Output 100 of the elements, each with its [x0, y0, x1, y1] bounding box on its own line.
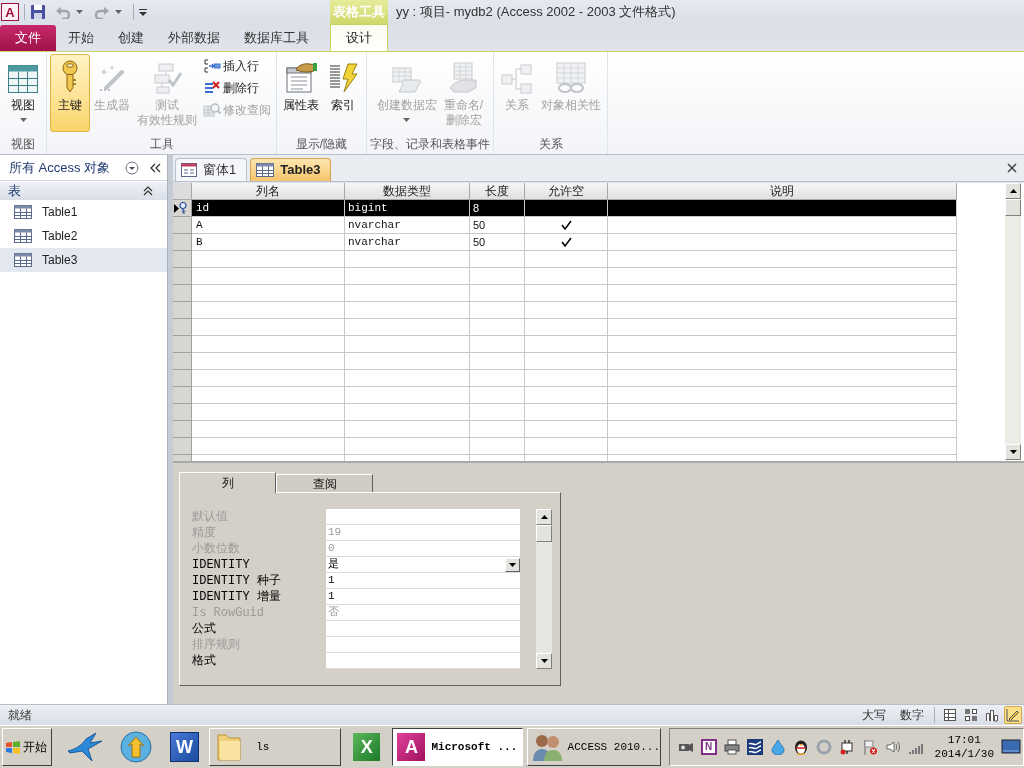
customize-menu-icon[interactable] [139, 8, 147, 16]
bird-icon[interactable] [66, 731, 102, 763]
property-tab[interactable]: 查阅 [276, 474, 373, 492]
redo-icon[interactable] [94, 5, 110, 19]
scroll-down-button[interactable] [1005, 444, 1021, 460]
form-icon [181, 163, 197, 177]
group-label: 视图 [10, 136, 36, 153]
ribbon-button[interactable]: 主键 [50, 54, 90, 132]
table-cell [470, 387, 525, 404]
row-selector[interactable] [173, 200, 192, 217]
property-tab[interactable]: 列 [179, 472, 276, 493]
property-value-field[interactable] [326, 621, 520, 637]
property-value-field[interactable] [326, 653, 520, 669]
ribbon-tab[interactable]: 开始 [56, 25, 106, 51]
dropdown-circle-icon[interactable] [125, 160, 139, 175]
table-cell [470, 319, 525, 336]
monitor-icon[interactable] [1001, 739, 1021, 755]
group-header[interactable]: 表 [0, 182, 167, 200]
globe-icon[interactable] [120, 731, 152, 763]
table-row[interactable]: A nvarchar 50 [173, 217, 957, 234]
column-header[interactable]: 数据类型 [345, 183, 470, 200]
folder-icon [216, 731, 243, 763]
close-icon[interactable] [1007, 163, 1017, 173]
status-indicator: 大写 [862, 707, 886, 724]
table-row[interactable]: B nvarchar 50 [173, 234, 957, 251]
delete-row-icon [203, 79, 221, 96]
table-cell [470, 438, 525, 455]
sheet-hand-icon [284, 62, 318, 94]
table-scroll-icon [390, 66, 423, 94]
ribbon-tab[interactable]: 创建 [106, 25, 156, 51]
squares-view-icon [964, 708, 978, 722]
group-label: 字段、记录和表格事件 [369, 136, 491, 153]
lightning-list-icon [328, 62, 358, 94]
down-arrow-icon [509, 562, 516, 567]
ribbon-tab[interactable]: 设计 [330, 24, 388, 51]
column-header[interactable]: 说明 [608, 183, 957, 200]
view-button[interactable] [962, 706, 980, 724]
ribbon-button[interactable]: 属性表 [280, 54, 322, 132]
taskbar-button[interactable]: ls [209, 728, 342, 766]
up-arrow-icon [540, 515, 548, 519]
property-value-field[interactable] [326, 637, 520, 653]
dropdown-button[interactable] [505, 557, 520, 572]
save-icon[interactable] [30, 4, 46, 20]
scroll-up-button[interactable] [1005, 183, 1021, 199]
undo-icon[interactable] [55, 5, 71, 19]
table-cell [470, 421, 525, 438]
ribbon-button[interactable]: 索引 [323, 54, 363, 132]
property-label: IDENTITY 增量 [192, 589, 282, 605]
check-icon [560, 220, 572, 230]
table-cell [470, 336, 525, 353]
insert-row-icon [203, 57, 221, 74]
window-title: yy : 项目- mydb2 (Access 2002 - 2003 文件格式) [395, 3, 676, 21]
ribbon-tab[interactable]: 外部数据 [156, 25, 232, 51]
scroll-up-button[interactable] [536, 509, 552, 525]
collapse-pane-icon[interactable] [149, 161, 161, 174]
document-tab[interactable]: Table3 [250, 158, 332, 181]
table-icon [14, 205, 32, 219]
property-label: IDENTITY 种子 [192, 573, 282, 589]
column-header[interactable]: 列名 [192, 183, 345, 200]
property-value-field[interactable] [326, 509, 520, 525]
view-button[interactable] [941, 706, 959, 724]
ribbon-tab[interactable]: 文件 [0, 25, 56, 51]
ruler-pencil-icon [1006, 708, 1020, 722]
ribbon-button[interactable]: 删除行 [201, 78, 273, 97]
table-magnifier-icon [203, 101, 221, 118]
app-logo-icon[interactable]: A [1, 3, 19, 21]
pane-title: 所有 Access 对象 [9, 158, 112, 177]
table-cell [470, 251, 525, 268]
taskbar-button[interactable]: ACCESS 2010... [526, 728, 661, 766]
document-tab[interactable]: 窗体1 [175, 158, 248, 181]
property-value-field[interactable]: 1 [326, 573, 520, 589]
letter-tile-icon[interactable]: N [700, 739, 717, 755]
ring-icon [815, 739, 832, 755]
ribbon-tab[interactable]: 数据库工具 [232, 25, 321, 51]
property-label: 公式 [192, 621, 217, 637]
start-button[interactable]: 开始 [2, 728, 52, 766]
group-label: 关系 [537, 136, 564, 153]
windows-flag-icon [5, 740, 21, 754]
letter-tile-icon[interactable]: W [170, 732, 200, 762]
nav-item[interactable]: Table3 [0, 248, 167, 272]
contextual-group-label: 表格工具 [330, 0, 388, 24]
property-value-field[interactable]: 1 [326, 589, 520, 605]
column-header[interactable]: 长度 [470, 183, 525, 200]
ribbon-button[interactable]: 插入行 [201, 56, 273, 75]
column-header[interactable]: 允许空 [525, 183, 608, 200]
ribbon-button[interactable]: 视图 [3, 54, 43, 132]
property-value-field[interactable]: 是 [326, 557, 520, 573]
table-row[interactable]: id bigint 8 [173, 200, 957, 217]
table-chain-icon [554, 62, 588, 94]
scroll-thumb[interactable] [536, 525, 552, 542]
view-button[interactable] [1004, 706, 1022, 724]
letter-tile-icon: A [397, 733, 426, 761]
clock-date: 2014/1/30 [934, 747, 994, 761]
letter-tile-icon[interactable]: X [351, 731, 383, 763]
taskbar-button[interactable]: A Microsoft ... [392, 728, 523, 766]
scroll-thumb[interactable] [1005, 199, 1021, 216]
table-grid-icon [7, 64, 39, 94]
status-text: 就绪 [8, 707, 32, 724]
scroll-down-button[interactable] [536, 653, 552, 669]
checkbox-cell[interactable] [525, 234, 608, 251]
